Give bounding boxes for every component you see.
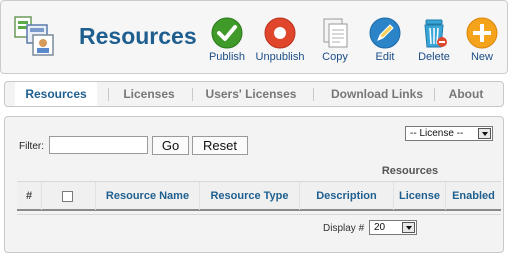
tab-divider bbox=[313, 88, 314, 101]
unpublish-circle-icon bbox=[264, 17, 296, 49]
tab-bar: Resources Licenses Users' Licenses Downl… bbox=[4, 81, 504, 107]
reset-button[interactable]: Reset bbox=[192, 136, 248, 155]
column-number: # bbox=[25, 190, 33, 202]
chevron-down-icon bbox=[402, 222, 415, 233]
resources-logo-icon bbox=[14, 16, 54, 56]
new-plus-icon bbox=[466, 17, 498, 49]
publish-check-icon bbox=[211, 17, 243, 49]
tab-about[interactable]: About bbox=[439, 82, 493, 106]
tab-resources[interactable]: Resources bbox=[15, 82, 97, 106]
pagination-footer: Display # 20 bbox=[17, 214, 501, 238]
display-label: Display # bbox=[323, 223, 365, 234]
unpublish-button[interactable]: Unpublish bbox=[252, 13, 308, 69]
column-resource-name[interactable]: Resource Name bbox=[95, 182, 199, 210]
column-description[interactable]: Description bbox=[299, 182, 393, 210]
new-label: New bbox=[470, 51, 493, 63]
select-all-checkbox[interactable] bbox=[62, 191, 73, 202]
tab-users-licenses[interactable]: Users' Licenses bbox=[197, 82, 305, 106]
edit-label: Edit bbox=[375, 51, 395, 63]
edit-button[interactable]: Edit bbox=[357, 13, 413, 69]
resources-panel: Filter: Go Reset -- License -- Resources… bbox=[4, 116, 504, 253]
tab-divider bbox=[192, 88, 193, 101]
tab-divider bbox=[434, 88, 435, 101]
table-header: # Resource Name Resource Type Descriptio… bbox=[17, 181, 501, 211]
copy-label: Copy bbox=[322, 51, 348, 63]
tab-download-links[interactable]: Download Links bbox=[318, 82, 436, 106]
chevron-down-icon bbox=[478, 128, 491, 139]
filter-input[interactable] bbox=[49, 136, 148, 154]
license-select-value: -- License -- bbox=[410, 128, 464, 139]
delete-trash-icon bbox=[424, 19, 447, 48]
column-enabled[interactable]: Enabled bbox=[445, 182, 501, 210]
column-resource-type[interactable]: Resource Type bbox=[199, 182, 299, 210]
go-button[interactable]: Go bbox=[152, 136, 189, 155]
publish-button[interactable]: Publish bbox=[199, 13, 255, 69]
display-count-select[interactable]: 20 bbox=[369, 220, 417, 235]
page-header: Resources Publish Unpublish Copy Edit De… bbox=[0, 0, 508, 74]
table-group-header: Resources bbox=[381, 165, 439, 177]
unpublish-label: Unpublish bbox=[255, 51, 305, 63]
license-select[interactable]: -- License -- bbox=[405, 126, 493, 141]
display-count-value: 20 bbox=[374, 222, 386, 233]
edit-pencil-icon bbox=[369, 17, 401, 49]
copy-button[interactable]: Copy bbox=[307, 13, 363, 69]
publish-label: Publish bbox=[208, 51, 246, 63]
column-select-all bbox=[41, 182, 95, 210]
tab-divider bbox=[108, 88, 109, 101]
tab-licenses[interactable]: Licenses bbox=[113, 82, 185, 106]
column-license[interactable]: License bbox=[393, 182, 445, 210]
filter-label: Filter: bbox=[19, 141, 44, 152]
new-button[interactable]: New bbox=[454, 13, 508, 69]
copy-document-icon bbox=[323, 18, 348, 48]
page-title: Resources bbox=[79, 23, 197, 49]
